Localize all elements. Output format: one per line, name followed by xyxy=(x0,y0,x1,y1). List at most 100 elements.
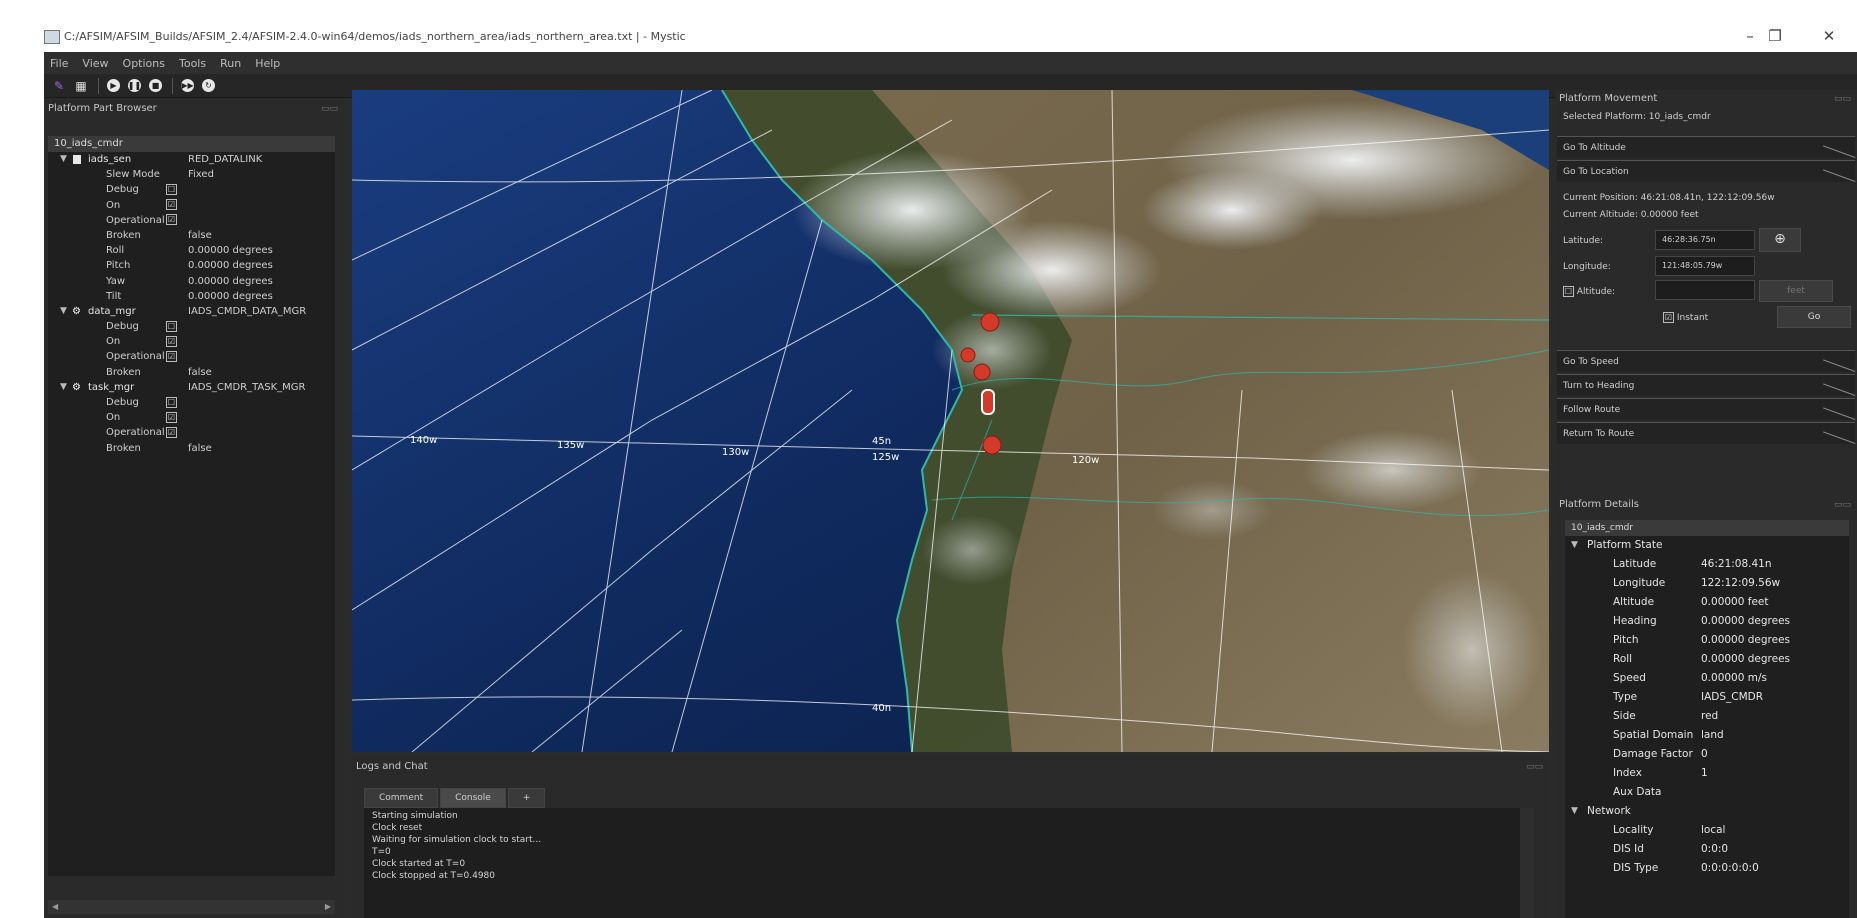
detail-row[interactable]: Altitude 0.00000 feet xyxy=(1565,593,1849,612)
property-checkbox[interactable]: ☑ xyxy=(166,411,177,423)
detail-row[interactable]: Spatial Domain land xyxy=(1565,726,1849,745)
scroll-left-icon[interactable]: ◀ xyxy=(52,902,58,911)
section-follow-route[interactable]: Follow Route xyxy=(1557,398,1855,420)
tree-row[interactable]: Slew Mode Fixed xyxy=(48,167,335,182)
detail-row[interactable]: Speed 0.00000 m/s xyxy=(1565,669,1849,688)
property-checkbox[interactable]: ☐ xyxy=(166,320,177,332)
tree-row[interactable]: ▼ iads_sen RED_DATALINK xyxy=(48,152,335,167)
menu-run[interactable]: Run xyxy=(220,57,241,70)
platform-state-group[interactable]: ▼ Platform State xyxy=(1565,536,1849,555)
horizontal-scrollbar[interactable]: ◀ ▶ xyxy=(48,900,335,914)
section-return-to-route[interactable]: Return To Route xyxy=(1557,422,1855,444)
dock-icon[interactable]: ▭▭ xyxy=(1526,758,1543,776)
tab-console[interactable]: Console xyxy=(440,788,506,808)
section-go-to-location[interactable]: Go To Location xyxy=(1557,160,1855,182)
latitude-input[interactable]: 46:28:36.75n xyxy=(1655,230,1755,250)
tree-row[interactable]: Broken false xyxy=(48,365,335,380)
property-checkbox[interactable]: ☑ xyxy=(166,214,177,226)
network-group[interactable]: ▼ Network xyxy=(1565,802,1849,821)
property-checkbox[interactable]: ☑ xyxy=(166,426,177,438)
tree-row[interactable]: Yaw 0.00000 degrees xyxy=(48,274,335,289)
menu-view[interactable]: View xyxy=(82,57,108,70)
restore-button[interactable]: ❐ xyxy=(1760,26,1790,46)
tree-row[interactable]: Broken false xyxy=(48,441,335,456)
tree-row[interactable]: Operational ☑ xyxy=(48,213,335,228)
tree-row[interactable]: Operational ☑ xyxy=(48,425,335,440)
close-button[interactable]: ✕ xyxy=(1814,26,1844,46)
detail-row[interactable]: Latitude 46:21:08.41n xyxy=(1565,555,1849,574)
altitude-checkbox[interactable]: ☐ xyxy=(1563,286,1574,297)
detail-row[interactable]: Damage Factor 0 xyxy=(1565,745,1849,764)
dock-icon[interactable]: ▭▭ xyxy=(1834,90,1851,108)
altitude-input[interactable] xyxy=(1655,280,1755,300)
property-checkbox[interactable]: ☐ xyxy=(166,183,177,195)
detail-row[interactable]: Side red xyxy=(1565,707,1849,726)
stop-icon[interactable]: ■ xyxy=(149,79,162,92)
platform-marker[interactable] xyxy=(973,363,991,381)
go-button[interactable]: Go xyxy=(1777,306,1851,328)
menu-tools[interactable]: Tools xyxy=(179,57,206,70)
tree-row[interactable]: Debug ☐ xyxy=(48,395,335,410)
detail-row[interactable]: DIS Id 0:0:0 xyxy=(1565,840,1849,859)
detail-row[interactable]: Roll 0.00000 degrees xyxy=(1565,650,1849,669)
section-go-to-speed[interactable]: Go To Speed xyxy=(1557,350,1855,372)
detail-row[interactable]: Index 1 xyxy=(1565,764,1849,783)
tab-comment[interactable]: Comment xyxy=(364,788,439,808)
property-checkbox[interactable]: ☑ xyxy=(166,335,177,347)
console-output[interactable]: Starting simulation Clock reset Waiting … xyxy=(364,808,1534,918)
detail-row[interactable]: Heading 0.00000 degrees xyxy=(1565,612,1849,631)
dock-icon[interactable]: ▭▭ xyxy=(1834,496,1851,514)
section-go-to-altitude[interactable]: Go To Altitude xyxy=(1557,136,1855,158)
property-checkbox[interactable]: ☑ xyxy=(166,199,177,211)
tab-add[interactable]: + xyxy=(507,788,546,808)
tree-row[interactable]: Pitch 0.00000 degrees xyxy=(48,258,335,273)
expand-icon[interactable]: ▼ xyxy=(60,304,67,319)
detail-row[interactable]: Type IADS_CMDR xyxy=(1565,688,1849,707)
tree-row[interactable]: Broken false xyxy=(48,228,335,243)
target-icon[interactable]: ⊕ xyxy=(1759,228,1801,252)
menu-file[interactable]: File xyxy=(50,57,68,70)
menu-options[interactable]: Options xyxy=(123,57,165,70)
menu-help[interactable]: Help xyxy=(255,57,280,70)
log-scrollbar[interactable] xyxy=(1520,808,1534,918)
detail-row[interactable]: DIS Type 0:0:0:0:0:0 xyxy=(1565,859,1849,878)
part-tree[interactable]: 10_iads_cmdr ▼ iads_sen RED_DATALINK Slew M… xyxy=(48,136,335,876)
pause-icon[interactable]: ❚❚ xyxy=(128,79,141,92)
expand-icon[interactable]: ▼ xyxy=(60,380,67,395)
tree-row[interactable]: ▼ ⚙ task_mgr IADS_CMDR_TASK_MGR xyxy=(48,380,335,395)
dock-icon[interactable]: ▭▭ xyxy=(321,100,338,118)
platform-marker[interactable] xyxy=(982,435,1002,455)
scroll-right-icon[interactable]: ▶ xyxy=(325,902,331,911)
detail-row[interactable]: Aux Data xyxy=(1565,783,1849,802)
tree-row[interactable]: Tilt 0.00000 degrees xyxy=(48,289,335,304)
tree-row[interactable]: Operational ☑ xyxy=(48,349,335,364)
tree-row[interactable]: Debug ☐ xyxy=(48,319,335,334)
property-checkbox[interactable]: ☐ xyxy=(166,396,177,408)
section-turn-to-heading[interactable]: Turn to Heading xyxy=(1557,374,1855,396)
tree-root[interactable]: 10_iads_cmdr xyxy=(48,136,335,152)
tree-row[interactable]: Roll 0.00000 degrees xyxy=(48,243,335,258)
expand-icon[interactable]: ▼ xyxy=(60,152,67,167)
tree-row[interactable]: On ☑ xyxy=(48,410,335,425)
restart-icon[interactable]: ↻ xyxy=(202,79,215,92)
instant-checkbox[interactable]: ☑ xyxy=(1663,312,1674,323)
globe-map[interactable]: 140w 135w 130w 45n 125w 120w 40n xyxy=(352,90,1549,752)
longitude-input[interactable]: 121:48:05.79w xyxy=(1655,256,1755,276)
tree-row[interactable]: On ☑ xyxy=(48,334,335,349)
expand-icon[interactable]: ▼ xyxy=(1571,536,1578,555)
details-root[interactable]: 10_iads_cmdr xyxy=(1565,520,1849,536)
expand-icon[interactable]: ▼ xyxy=(1571,802,1578,821)
detail-row[interactable]: Pitch 0.00000 degrees xyxy=(1565,631,1849,650)
detail-row[interactable]: Locality local xyxy=(1565,821,1849,840)
platform-marker[interactable] xyxy=(960,347,976,363)
platform-marker[interactable] xyxy=(980,312,1000,332)
platform-details-tree[interactable]: 10_iads_cmdr ▼ Platform State Latitude 46… xyxy=(1565,520,1849,918)
property-checkbox[interactable]: ☑ xyxy=(166,350,177,362)
pen-icon[interactable]: ✎ xyxy=(52,79,66,93)
tree-row[interactable]: ▼ ⚙ data_mgr IADS_CMDR_DATA_MGR xyxy=(48,304,335,319)
tree-row[interactable]: Debug ☐ xyxy=(48,182,335,197)
map-view[interactable]: 140w 135w 130w 45n 125w 120w 40n xyxy=(352,90,1549,752)
altitude-unit-select[interactable]: feet xyxy=(1759,280,1833,302)
grid-icon[interactable]: ▦ xyxy=(74,79,88,93)
step-icon[interactable]: ▶▶ xyxy=(181,79,194,92)
